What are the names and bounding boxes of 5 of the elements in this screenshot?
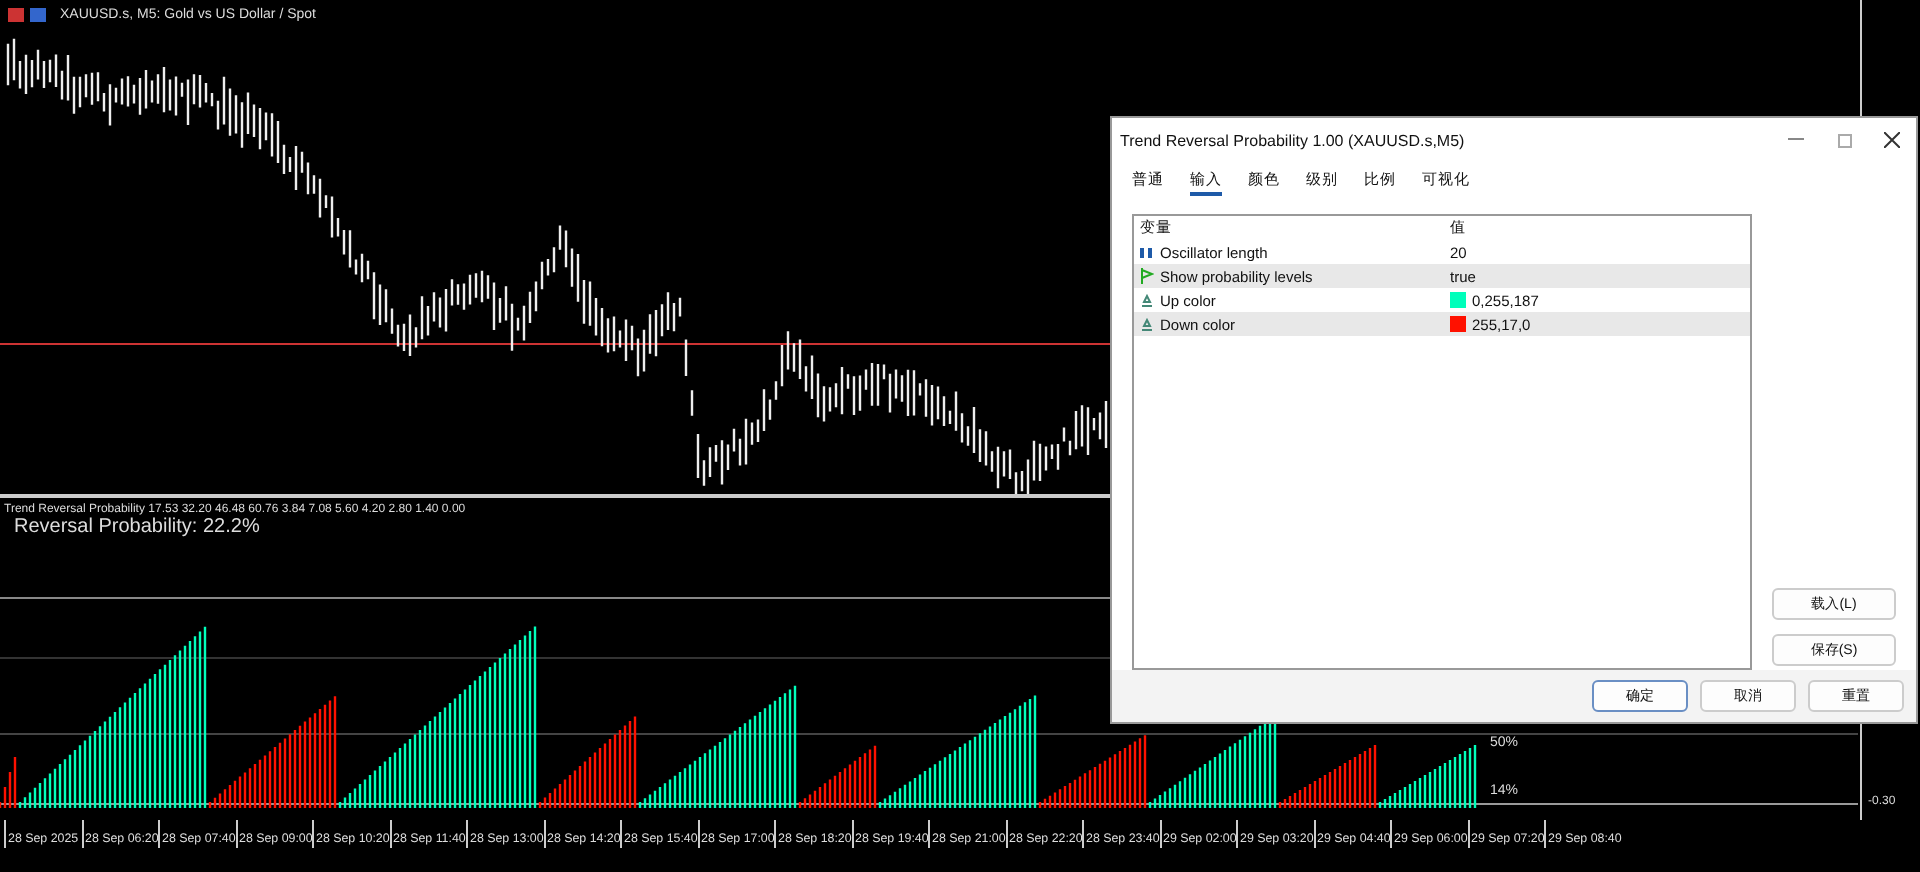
minimize-icon[interactable] <box>1788 138 1804 142</box>
close-icon[interactable] <box>1884 132 1900 148</box>
probability-label: Reversal Probability: 22.2% <box>14 516 260 538</box>
maximize-icon[interactable] <box>1837 133 1851 147</box>
dialog-title: Trend Reversal Probability 1.00 (XAUUSD.s,M5) <box>1120 131 1467 149</box>
